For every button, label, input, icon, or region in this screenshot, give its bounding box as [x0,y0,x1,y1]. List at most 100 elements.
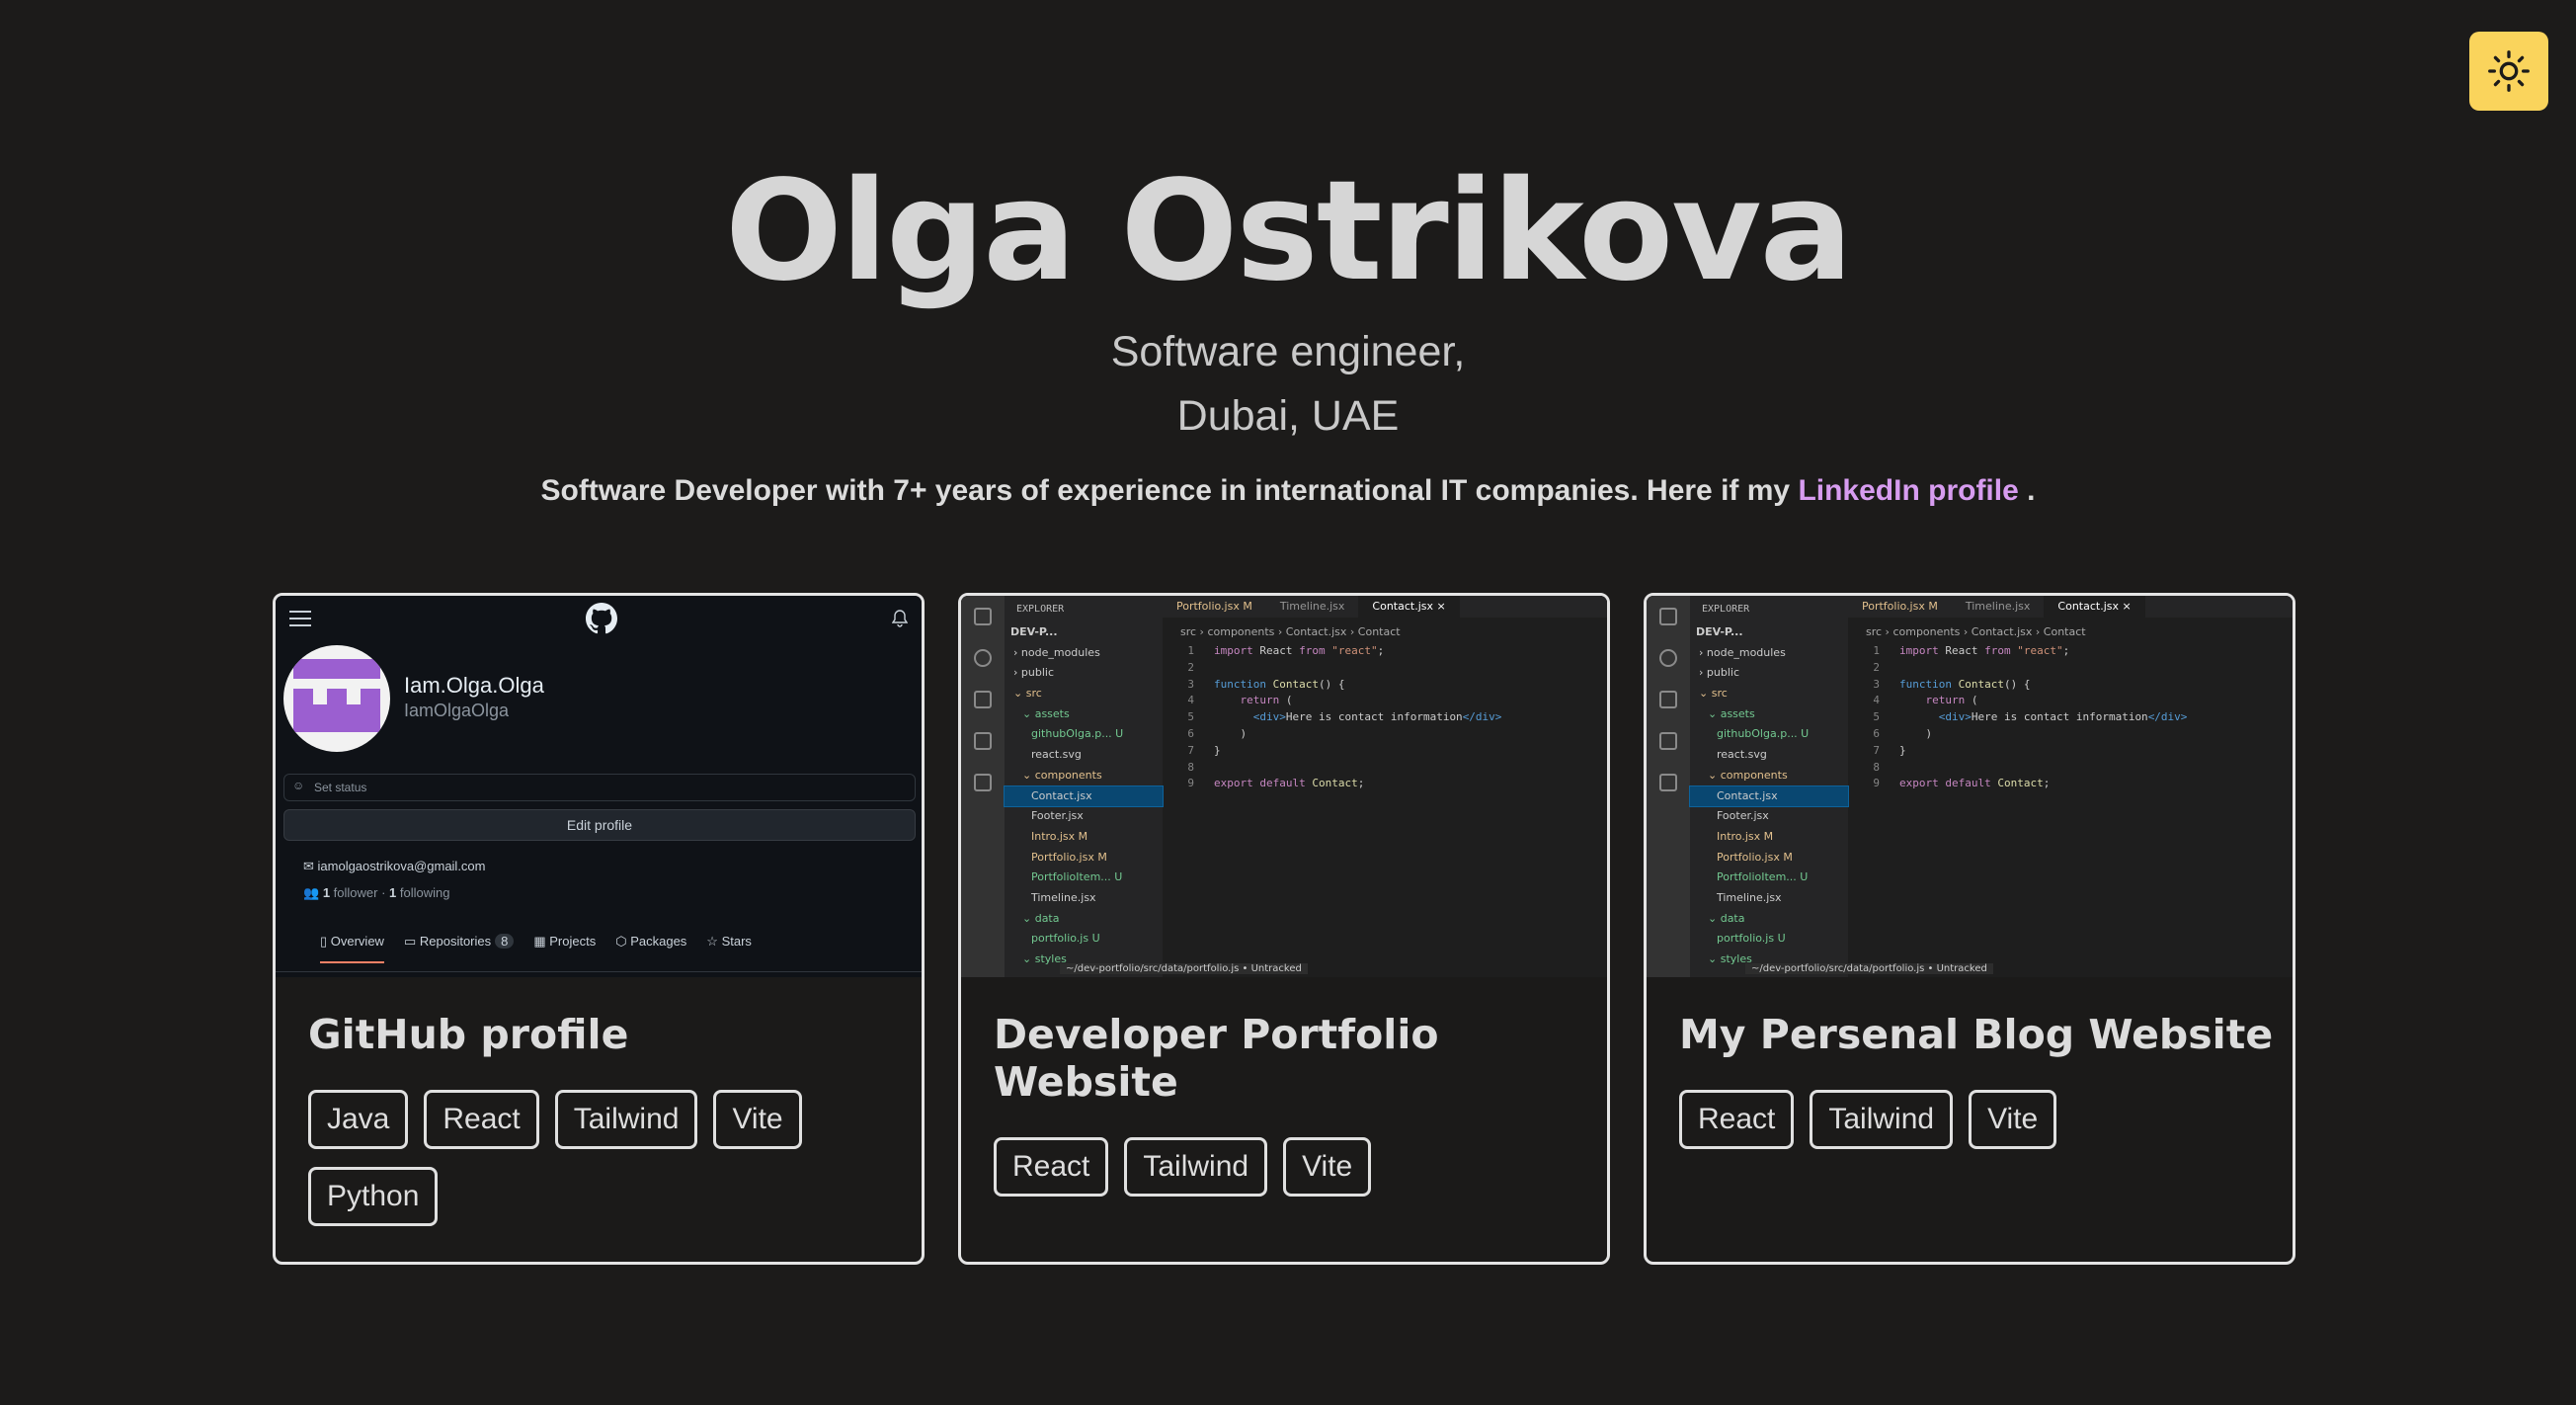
code-line: 2 [1187,660,1194,674]
linkedin-link[interactable]: LinkedIn profile [1798,474,2018,507]
smiley-icon: ☺ [292,779,305,792]
source-control-icon [974,691,992,708]
file-tree-item: portfolio.js U [1031,932,1100,946]
project-card-github[interactable]: Iam.Olga.Olga IamOlgaOlga ☺ Set status Ed… [273,593,925,1265]
status-placeholder: Set status [314,781,367,794]
code-line: 4 return ( [1187,694,1293,707]
theme-toggle-button[interactable] [2469,32,2548,111]
following-label: following [399,885,450,900]
search-icon [1659,649,1677,667]
followers: 👥 1 follower · 1 following [303,885,450,900]
editor-tab: Portfolio.jsx M [1176,600,1252,613]
file-tree: DEV-P... › node_modules › public ⌄ src ⌄ as… [1689,622,1849,970]
sun-icon [2488,50,2530,92]
tab-projects: ▦ Projects [533,934,596,963]
tab-label: Stars [721,934,752,949]
project-card-blog[interactable]: EXPLORER DEV-P... › node_modules › public… [1644,593,2295,1265]
tab-repositories: ▭ Repositories 8 [403,934,515,963]
bell-icon [892,609,908,627]
code-line: 6 ) [1873,726,1933,740]
vscode-screenshot: EXPLORER DEV-P... › node_modules › public… [961,596,1607,977]
tag: React [1679,1090,1795,1149]
email-text: iamolgaostrikova@gmail.com [317,859,486,873]
tab-label: Overview [330,934,384,949]
status-path: ~/dev-portfolio/src/data/portfolio.js • … [1060,963,1308,974]
file-tree-item: ⌄ data [1708,911,1745,925]
display-name: Iam.Olga.Olga [404,673,544,698]
code-editor: 1 import React from "react"; 2 3 function Co… [1854,643,2187,792]
project-card-portfolio[interactable]: EXPLORER DEV-P... › node_modules › public… [958,593,1610,1265]
source-control-icon [1659,691,1677,708]
tab-stars: ☆ Stars [706,934,752,963]
people-icon: 👥 [303,885,323,900]
editor-tab: Timeline.jsx [1279,600,1345,613]
github-logo-icon [586,602,617,633]
search-icon [974,649,992,667]
file-tree-item: ⌄ components [1708,768,1788,782]
card-title: Developer Portfolio Website [994,1011,1439,1106]
file-tree-item: react.svg [1031,748,1082,762]
tag: React [994,1137,1109,1197]
code-line: 7} [1873,743,1906,757]
editor-tabs: Portfolio.jsx M Timeline.jsx Contact.jsx × [1163,596,1607,618]
file-tree-item: Timeline.jsx [1031,890,1096,904]
file-tree-item: PortfolioItem... U [1717,870,1809,884]
page-title: Olga Ostrikova [725,151,1853,312]
bio: Software Developer with 7+ years of expe… [0,474,2576,508]
github-screenshot: Iam.Olga.Olga IamOlgaOlga ☺ Set status Ed… [276,596,922,977]
file-tree-item: ⌄ components [1022,768,1102,782]
project-root: DEV-P... [1010,625,1058,638]
file-tree: DEV-P... › node_modules › public ⌄ src ⌄ as… [1004,622,1164,970]
tag: Python [308,1167,439,1226]
editor-tab: Portfolio.jsx M [1862,600,1938,613]
explorer-panel: EXPLORER DEV-P... › node_modules › public… [1689,596,1849,977]
extensions-icon [1659,774,1677,791]
role: Software engineer, [1110,328,1466,375]
breadcrumb: src › components › Contact.jsx › Contact [1180,625,1401,638]
tag-list: React Tailwind Vite [1679,1090,2263,1149]
email: ✉ iamolgaostrikova@gmail.com [303,859,486,874]
tab-label: Repositories [419,934,492,949]
file-tree-item: Portfolio.jsx M [1717,850,1793,864]
tab-overview: ▯ Overview [320,934,384,963]
file-tree-item: ⌄ assets [1708,706,1755,720]
file-tree-item: PortfolioItem... U [1031,870,1123,884]
package-icon: ⬡ [615,934,631,949]
book-icon: ▯ [320,934,331,949]
bio-text: Software Developer with 7+ years of expe… [540,474,1799,507]
star-icon: ☆ [706,934,722,949]
explorer-panel: EXPLORER DEV-P... › node_modules › public… [1004,596,1164,977]
tag: Tailwind [554,1090,698,1149]
tab-packages: ⬡ Packages [615,934,686,963]
run-debug-icon [974,732,992,750]
login-name: IamOlgaOlga [404,701,510,720]
code-line: 7} [1187,743,1221,757]
file-tree-item: Intro.jsx M [1031,829,1088,843]
card-title: GitHub profile [308,1011,629,1058]
repo-icon: ▭ [403,934,420,949]
file-tree-item: Footer.jsx [1031,809,1084,823]
code-line: 8 [1873,760,1880,774]
bio-end: . [2018,474,2036,507]
activity-bar [1647,596,1690,977]
code-line: 8 [1187,760,1194,774]
code-line: 9 export default Contact; [1187,777,1365,790]
hero: Olga Ostrikova Software engineer, Dubai,… [0,148,2576,508]
code-line: 3 function Contact() { [1187,677,1345,691]
code-line: 5 <div>Here is contact information</div> [1873,710,2188,724]
file-tree-item: githubOlga.p... U [1717,727,1810,741]
file-tree-item: › public [1699,666,1739,680]
tab-label: Projects [549,934,597,949]
project-cards: Iam.Olga.Olga IamOlgaOlga ☺ Set status Ed… [273,593,2295,1265]
github-tabs: ▯ Overview ▭ Repositories 8 ▦ Projects ⬡ … [320,934,752,963]
tag-list: React Tailwind Vite [994,1137,1577,1197]
file-tree-item: ⌄ assets [1022,706,1070,720]
tag: Tailwind [1810,1090,1954,1149]
table-icon: ▦ [533,934,550,949]
tag: React [424,1090,539,1149]
mail-icon: ✉ [303,859,318,873]
project-screenshot: EXPLORER DEV-P... › node_modules › public… [961,596,1607,977]
file-tree-item: ⌄ data [1022,911,1060,925]
files-icon [1659,608,1677,625]
code-line: 6 ) [1187,726,1248,740]
